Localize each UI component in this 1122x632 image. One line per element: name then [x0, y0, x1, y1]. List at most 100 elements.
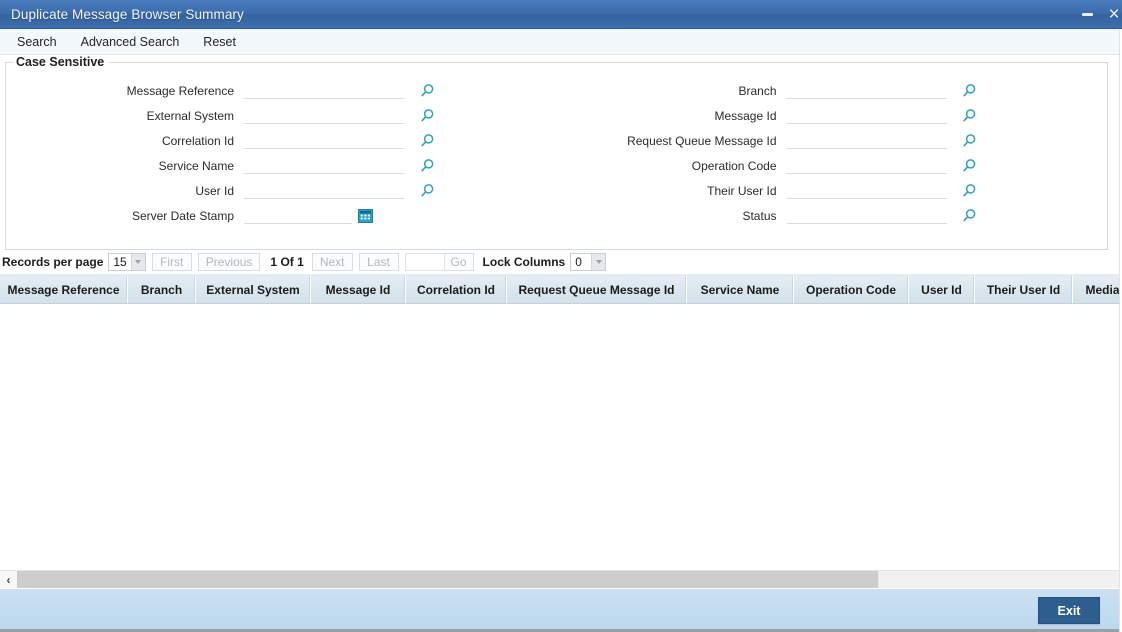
page-title: Duplicate Message Browser Summary	[11, 6, 244, 22]
search-form-left-column: Message Reference External System Correlat…	[6, 80, 557, 226]
field-label: Status	[742, 208, 777, 223]
duplicate-message-browser-window: Duplicate Message Browser Summary × Sear…	[0, 0, 1122, 632]
next-page-button[interactable]: Next	[311, 253, 353, 271]
field-label: Correlation Id	[161, 133, 234, 148]
reset-button[interactable]: Reset	[203, 35, 236, 49]
records-per-page-label: Records per page	[2, 255, 104, 269]
field-input[interactable]	[244, 157, 404, 174]
form-row: Operation Code	[557, 155, 1108, 176]
field-input[interactable]	[786, 207, 947, 224]
grid-column-header[interactable]: External System	[196, 276, 311, 303]
field-input[interactable]	[244, 82, 404, 99]
total-pages-number: 1	[297, 255, 304, 269]
records-per-page-select[interactable]: 15	[108, 253, 146, 271]
advanced-search-button[interactable]: Advanced Search	[81, 35, 180, 49]
field-input[interactable]	[786, 107, 947, 124]
search-icon[interactable]	[947, 183, 993, 198]
grid-column-header[interactable]: Message Reference	[0, 276, 128, 303]
chevron-down-icon	[130, 254, 145, 270]
lock-columns-value: 0	[575, 255, 582, 269]
search-actions-toolbar: Search Advanced Search Reset	[0, 29, 1122, 55]
search-icon[interactable]	[404, 133, 450, 148]
form-row: Message Id	[557, 105, 1108, 126]
field-input[interactable]	[786, 132, 947, 149]
search-form-grid: Message Reference External System Correlat…	[6, 63, 1107, 226]
horizontal-scrollbar[interactable]: ‹	[0, 570, 1122, 588]
form-row: Correlation Id	[6, 130, 557, 151]
field-label: Request Queue Message Id	[627, 133, 777, 148]
search-icon[interactable]	[947, 108, 993, 123]
pagination-toolbar: Records per page 15 First Previous 1 Of …	[0, 250, 1122, 275]
chevron-down-icon	[591, 254, 606, 270]
form-row: Status	[557, 205, 1108, 226]
grid-column-header[interactable]: Request Queue Message Id	[507, 276, 687, 303]
page-indicator: 1 Of 1	[270, 255, 303, 269]
field-label: Operation Code	[691, 158, 777, 173]
window-controls: ×	[1073, 0, 1122, 28]
window-titlebar: Duplicate Message Browser Summary ×	[0, 0, 1122, 29]
form-row: Service Name	[6, 155, 557, 176]
scroll-left-icon[interactable]: ‹	[0, 571, 17, 588]
case-sensitive-fieldset: Case Sensitive Message Reference External…	[5, 55, 1108, 250]
calendar-icon[interactable]	[352, 208, 382, 223]
field-input[interactable]	[244, 107, 404, 124]
last-page-button[interactable]: Last	[358, 253, 399, 271]
grid-column-header[interactable]: Correlation Id	[406, 276, 507, 303]
field-input[interactable]	[786, 82, 947, 99]
close-icon[interactable]: ×	[1101, 0, 1122, 29]
field-input[interactable]	[786, 182, 947, 199]
search-icon[interactable]	[947, 133, 993, 148]
go-button[interactable]: Go	[444, 253, 474, 271]
form-row: Request Queue Message Id	[557, 130, 1108, 151]
field-label: Branch	[738, 83, 777, 98]
current-page-number: 1	[270, 255, 278, 269]
window-footer: Exit	[0, 588, 1122, 632]
field-label: External System	[146, 108, 234, 123]
field-label: Service Name	[158, 158, 234, 173]
search-icon[interactable]	[404, 183, 450, 198]
form-row: User Id	[6, 180, 557, 201]
grid-column-header[interactable]: Media	[1073, 276, 1122, 303]
grid-column-header[interactable]: Their User Id	[975, 276, 1073, 303]
case-sensitive-legend: Case Sensitive	[13, 55, 110, 69]
search-icon[interactable]	[947, 158, 993, 173]
minimize-icon[interactable]	[1073, 0, 1101, 29]
lock-columns-select[interactable]: 0	[570, 253, 607, 271]
grid-column-header[interactable]: Service Name	[687, 276, 794, 303]
field-input[interactable]	[244, 182, 404, 199]
form-row: Branch	[557, 80, 1108, 101]
search-form-right-column: Branch Message Id Request Queue Message Id…	[557, 80, 1108, 226]
search-icon[interactable]	[404, 158, 450, 173]
lock-columns-label: Lock Columns	[482, 255, 566, 269]
results-grid: Message Reference Branch External System Me…	[0, 275, 1122, 588]
search-button[interactable]: Search	[17, 35, 57, 49]
field-label: Their User Id	[707, 183, 777, 198]
form-row: Message Reference	[6, 80, 557, 101]
field-label: Message Id	[714, 108, 777, 123]
search-icon[interactable]	[947, 208, 993, 223]
field-label: Message Reference	[126, 83, 234, 98]
form-row: Server Date Stamp	[6, 205, 557, 226]
grid-column-header[interactable]: Operation Code	[794, 276, 909, 303]
search-criteria-panel: Case Sensitive Message Reference External…	[0, 55, 1122, 250]
previous-page-button[interactable]: Previous	[197, 253, 261, 271]
of-label: Of	[280, 255, 294, 269]
grid-column-header[interactable]: User Id	[909, 276, 975, 303]
results-grid-header: Message Reference Branch External System Me…	[0, 276, 1122, 304]
search-icon[interactable]	[404, 83, 450, 98]
records-per-page-value: 15	[113, 255, 127, 269]
form-row: Their User Id	[557, 180, 1108, 201]
field-label: Server Date Stamp	[131, 208, 234, 223]
goto-page-input[interactable]	[404, 253, 445, 271]
grid-column-header[interactable]: Branch	[128, 276, 196, 303]
exit-button[interactable]: Exit	[1038, 597, 1100, 624]
field-input[interactable]	[244, 132, 404, 149]
grid-column-header[interactable]: Message Id	[311, 276, 406, 303]
search-icon[interactable]	[404, 108, 450, 123]
first-page-button[interactable]: First	[151, 253, 192, 271]
field-input[interactable]	[786, 157, 947, 174]
scrollbar-thumb[interactable]	[17, 571, 879, 588]
scrollbar-track[interactable]	[17, 571, 1122, 588]
field-input[interactable]	[244, 207, 352, 224]
search-icon[interactable]	[947, 83, 993, 98]
